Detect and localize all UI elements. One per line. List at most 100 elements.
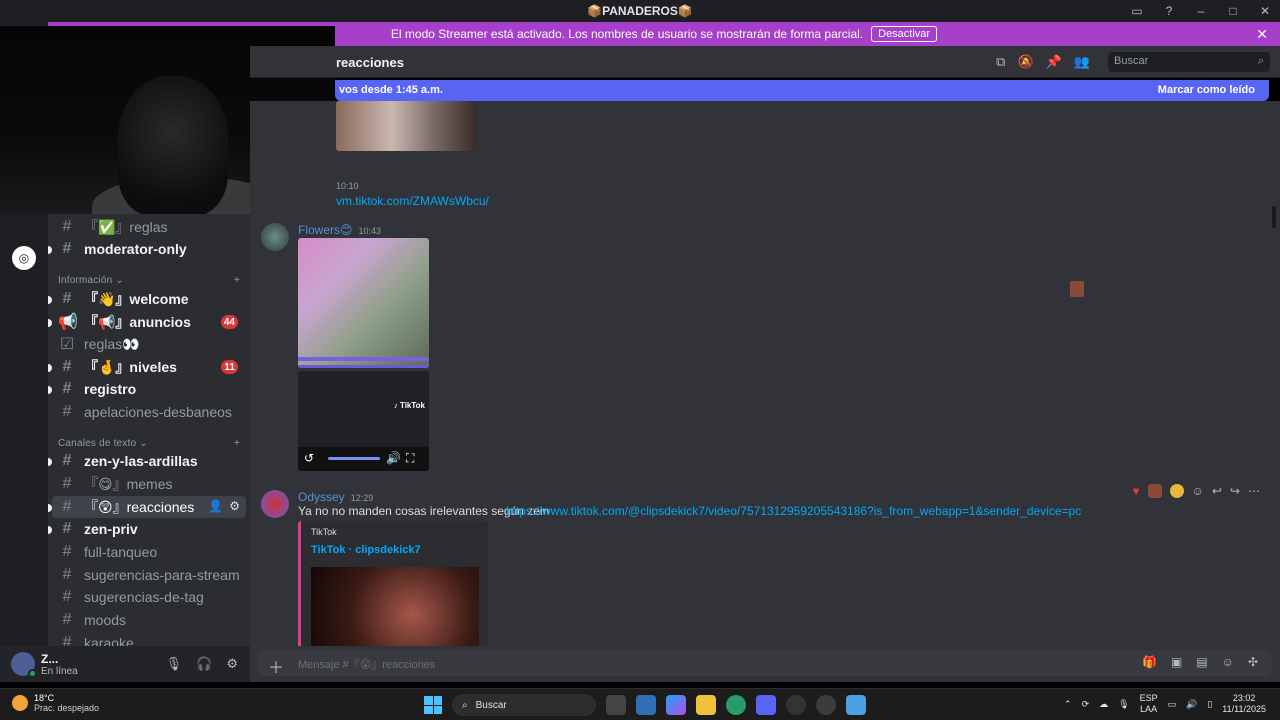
video-preview[interactable]: [298, 238, 429, 368]
avatar[interactable]: [11, 652, 37, 678]
network-icon[interactable]: ▭: [1168, 699, 1177, 710]
language-indicator[interactable]: ESP LAA: [1140, 693, 1158, 715]
channel-zen-priv[interactable]: # zen-priv: [48, 518, 246, 540]
heart-reaction-icon[interactable]: ♥: [1132, 484, 1139, 498]
obs-icon[interactable]: [786, 695, 806, 715]
photos-icon[interactable]: [846, 695, 866, 715]
microphone-icon[interactable]: 🎙: [1118, 699, 1129, 710]
close-window-icon[interactable]: ✕: [1258, 4, 1272, 18]
message-author[interactable]: Odyssey 12:29: [298, 490, 373, 504]
start-icon[interactable]: [424, 696, 442, 714]
forward-icon[interactable]: ↪: [1230, 484, 1240, 498]
store-icon[interactable]: [636, 695, 656, 715]
gif-icon[interactable]: ▣: [1171, 655, 1182, 669]
avatar[interactable]: [261, 490, 289, 518]
channel-moods[interactable]: # moods: [52, 609, 246, 631]
system-tray: ⌃ ⟳ ☁ 🎙 ESP LAA ▭ 🔊 ▯ 23:02 11/11/2025: [1064, 693, 1266, 715]
new-messages-bar[interactable]: vos desde 1:45 a.m. Marcar como leído: [335, 80, 1269, 101]
channel-apelaciones[interactable]: # apelaciones-desbaneos: [52, 401, 246, 423]
chevron-up-icon[interactable]: ⌃: [1064, 699, 1072, 710]
avatar[interactable]: [261, 223, 289, 251]
channel-settings-icon[interactable]: ⚙: [229, 499, 240, 513]
channel-reglas[interactable]: # 『✅』reglas: [52, 216, 246, 238]
add-channel-icon[interactable]: +: [234, 275, 240, 286]
maximize-icon[interactable]: □: [1226, 4, 1240, 18]
hash-icon: #: [62, 218, 72, 235]
edge-icon[interactable]: [726, 695, 746, 715]
app-icon[interactable]: [816, 695, 836, 715]
gift-icon[interactable]: 🎁: [1142, 655, 1157, 669]
pin-icon[interactable]: 📌: [1046, 54, 1062, 70]
channel-zen-y-las-ardillas[interactable]: # zen-y-las-ardillas: [48, 450, 246, 472]
hash-icon: #: [62, 634, 72, 646]
volume-icon[interactable]: 🔊: [386, 451, 401, 465]
channel-niveles[interactable]: # 『🤞』niveles 11: [48, 356, 246, 378]
members-icon[interactable]: 👥: [1074, 54, 1090, 70]
channel-moderator-only[interactable]: # moderator-only: [48, 238, 246, 260]
channel-sugerencias-de-tag[interactable]: # sugerencias-de-tag: [52, 586, 246, 608]
help-icon[interactable]: ?: [1162, 4, 1176, 18]
hash-icon: #: [62, 380, 72, 397]
battery-icon[interactable]: ▯: [1207, 699, 1212, 710]
banner-close-icon[interactable]: ✕: [1256, 26, 1268, 43]
channel-karaoke[interactable]: # karaoke: [52, 632, 246, 646]
category-canales-de-texto[interactable]: Canales de texto ⌄ +: [58, 435, 240, 451]
disable-streamer-button[interactable]: Desactivar: [871, 26, 938, 42]
embed-title[interactable]: TikTok · clipsdekick7: [311, 544, 421, 556]
channel-full-tanqueo[interactable]: # full-tanqueo: [52, 541, 246, 563]
minimize-icon[interactable]: –: [1194, 4, 1208, 18]
emoji-reaction-icon[interactable]: [1147, 484, 1162, 498]
hash-icon: #: [62, 566, 72, 583]
settings-icon[interactable]: ⚙: [226, 656, 238, 672]
channel-welcome[interactable]: # 『👋』welcome: [48, 288, 246, 310]
embed-thumbnail[interactable]: [311, 567, 479, 646]
emoji-picker-icon[interactable]: ☺: [1222, 655, 1234, 669]
add-attachment-icon[interactable]: ＋: [268, 654, 284, 678]
channel-reacciones[interactable]: # 『😲』reacciones 👤 ⚙: [48, 496, 246, 518]
reply-icon[interactable]: ↩: [1212, 484, 1222, 498]
mark-as-read-button[interactable]: Marcar como leído: [1158, 84, 1255, 96]
weather-widget[interactable]: 18°C Prac. despejado: [12, 693, 99, 713]
file-explorer-icon[interactable]: [696, 695, 716, 715]
discover-icon[interactable]: ◎: [12, 246, 36, 270]
clock[interactable]: 23:02 11/11/2025: [1222, 693, 1266, 715]
threads-icon[interactable]: ⧉: [996, 54, 1005, 70]
headphones-icon[interactable]: 🎧: [196, 656, 212, 672]
message-image[interactable]: [336, 101, 476, 151]
channel-sugerencias-para-stream[interactable]: # sugerencias-para-stream: [52, 564, 246, 586]
user-name[interactable]: Z...: [41, 652, 78, 666]
search-input[interactable]: Buscar ⌕: [1108, 52, 1270, 72]
replay-icon[interactable]: ↺: [304, 451, 314, 465]
message-input[interactable]: ＋ Mensaje #『😲』reacciones 🎁 ▣ ▤ ☺ ✣: [258, 650, 1272, 678]
laugh-reaction-icon[interactable]: [1169, 484, 1184, 498]
onedrive-icon[interactable]: ☁: [1099, 699, 1108, 710]
add-channel-icon[interactable]: +: [234, 438, 240, 449]
channel-reglas-eyes[interactable]: ☑ reglas👀: [52, 333, 246, 355]
copilot-icon[interactable]: [666, 695, 686, 715]
more-options-icon[interactable]: ⋯: [1248, 484, 1260, 498]
channel-memes[interactable]: # 『😋』memes: [52, 473, 246, 495]
inbox-icon[interactable]: ▭: [1130, 4, 1144, 18]
task-view-icon[interactable]: [606, 695, 626, 715]
volume-slider[interactable]: [328, 457, 380, 460]
message-author[interactable]: Flowers😊 10:43: [298, 223, 381, 237]
apps-icon[interactable]: ✣: [1248, 655, 1258, 669]
fullscreen-icon[interactable]: ⛶: [406, 451, 414, 466]
message-link[interactable]: https://www.tiktok.com/@clipsdekick7/vid…: [506, 504, 1081, 518]
sticker-picker-icon[interactable]: ▤: [1196, 655, 1207, 669]
channel-anuncios[interactable]: 📢 『📢』anuncios 44: [48, 311, 246, 333]
microphone-icon[interactable]: 🎙: [166, 656, 183, 672]
sync-icon[interactable]: ⟳: [1082, 699, 1090, 710]
message-link[interactable]: vm.tiktok.com/ZMAWsWbcu/: [336, 194, 489, 208]
video-player[interactable]: ♪ TikTok ↺ 🔊 ⛶: [298, 371, 429, 471]
invite-icon[interactable]: 👤: [208, 499, 223, 513]
add-reaction-icon[interactable]: ☺: [1192, 484, 1204, 498]
volume-icon[interactable]: 🔊: [1186, 699, 1197, 710]
channel-registro[interactable]: # registro: [48, 378, 246, 400]
discord-icon[interactable]: [756, 695, 776, 715]
category-informacion[interactable]: Información ⌄ +: [58, 272, 240, 288]
scrollbar[interactable]: [1272, 206, 1276, 228]
taskbar-search[interactable]: ⌕ Buscar: [452, 694, 596, 716]
channel-header: reacciones ⧉ 🔕 📌 👥 Buscar ⌕: [250, 46, 1280, 78]
mute-bell-icon[interactable]: 🔕: [1017, 54, 1033, 70]
